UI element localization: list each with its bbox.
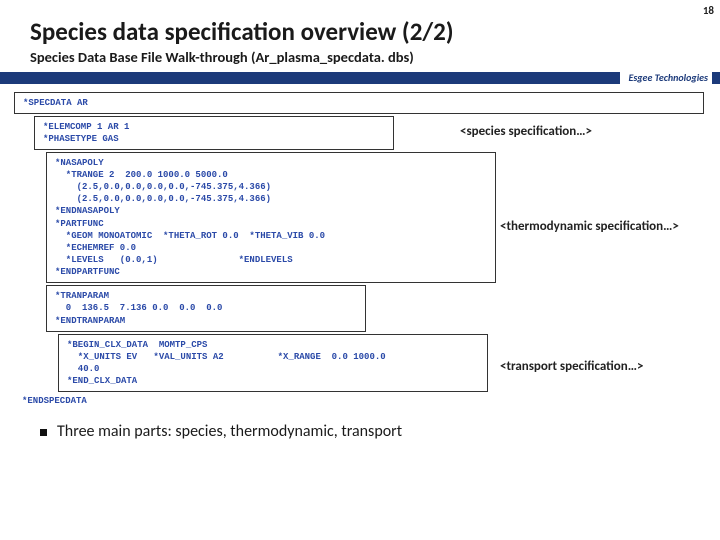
code-elemcomp: *ELEMCOMP 1 AR 1 *PHASETYPE GAS xyxy=(34,116,394,150)
page-number: 18 xyxy=(703,4,714,17)
annot-thermo: <thermodynamic specification…> xyxy=(500,219,679,234)
slide-title: Species data specification overview (2/2… xyxy=(30,18,690,46)
code-endspecdata: *ENDSPECDATA xyxy=(14,394,706,408)
bullet-line: Three main parts: species, thermodynamic… xyxy=(0,412,720,445)
bullet-icon xyxy=(40,429,47,436)
content-area: *SPECDATA AR *ELEMCOMP 1 AR 1 *PHASETYPE… xyxy=(0,84,720,413)
slide-subtitle: Species Data Base File Walk-through (Ar_… xyxy=(30,48,690,66)
code-specdata: *SPECDATA AR xyxy=(14,92,704,114)
slide-header: Species data specification overview (2/2… xyxy=(0,0,720,68)
code-clx: *BEGIN_CLX_DATA MOMTP_CPS *X_UNITS EV *V… xyxy=(58,334,488,393)
code-tranparam: *TRANPARAM 0 136.5 7.136 0.0 0.0 0.0 *EN… xyxy=(46,285,366,331)
annot-species: <species specification…> xyxy=(460,124,592,139)
code-nasapoly: *NASAPOLY *TRANGE 2 200.0 1000.0 5000.0 … xyxy=(46,152,496,283)
divider-bar: Esgee Technologies xyxy=(0,72,720,84)
bullet-text: Three main parts: species, thermodynamic… xyxy=(57,422,402,441)
annot-transport: <transport specification…> xyxy=(500,359,643,374)
